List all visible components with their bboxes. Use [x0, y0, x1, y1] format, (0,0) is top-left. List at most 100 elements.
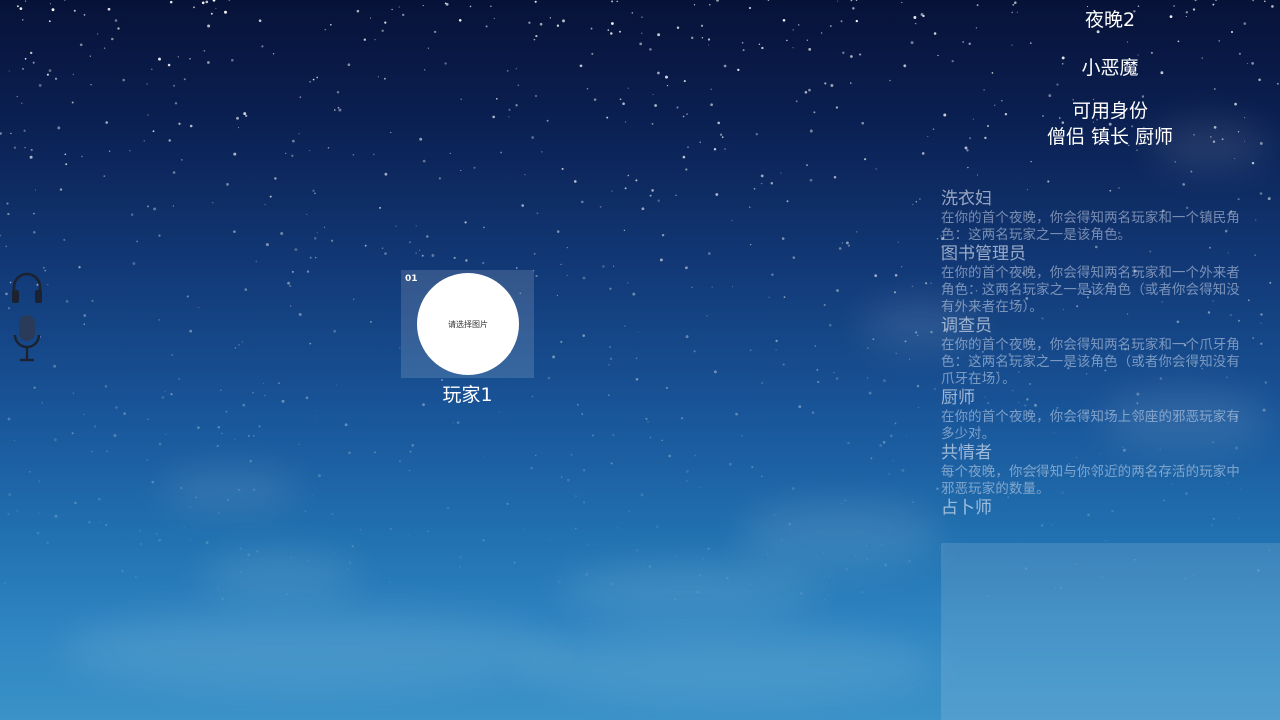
star: [889, 434, 893, 438]
star: [233, 152, 237, 156]
star: [916, 384, 920, 388]
role-description: 在你的首个夜晚，你会得知两名玩家和一个外来者角色：这两名玩家之一是该角色（或者你…: [941, 266, 1240, 315]
star: [197, 426, 200, 429]
star: [327, 147, 330, 149]
star: [7, 417, 11, 421]
star: [359, 528, 362, 531]
star: [609, 287, 612, 290]
star: [370, 17, 372, 19]
star: [10, 132, 12, 135]
star: [682, 155, 686, 159]
star: [298, 443, 300, 446]
star: [640, 493, 644, 497]
star: [760, 182, 763, 185]
star: [724, 148, 726, 150]
star: [1247, 299, 1250, 302]
star: [966, 149, 969, 152]
star: [919, 198, 921, 200]
cloud: [520, 630, 940, 700]
star: [1243, 116, 1246, 119]
headphone-icon[interactable]: [10, 271, 44, 305]
star: [33, 386, 36, 389]
star: [792, 47, 794, 49]
star: [331, 512, 334, 516]
star: [925, 282, 928, 285]
star: [556, 294, 559, 297]
star: [506, 502, 509, 506]
star: [21, 102, 23, 104]
avatar-picker[interactable]: 请选择图片: [417, 273, 519, 375]
star: [637, 331, 639, 333]
star: [107, 7, 111, 11]
star: [465, 259, 468, 262]
star: [539, 22, 543, 26]
star: [731, 220, 733, 222]
star: [552, 355, 556, 359]
player-seat[interactable]: 01 请选择图片: [401, 270, 534, 378]
star: [741, 41, 744, 44]
star: [685, 168, 688, 171]
microphone-icon[interactable]: [12, 313, 42, 367]
bottom-panel: [941, 543, 1280, 720]
star: [106, 450, 108, 453]
star: [593, 98, 597, 101]
star: [798, 405, 802, 409]
star: [632, 292, 636, 296]
star: [315, 415, 317, 417]
star: [299, 96, 302, 98]
star: [309, 81, 311, 83]
star: [608, 363, 610, 366]
star: [411, 444, 415, 447]
star: [612, 434, 615, 436]
star: [515, 267, 518, 269]
star: [937, 54, 939, 57]
star: [657, 33, 661, 37]
star: [438, 177, 441, 180]
star: [117, 27, 120, 30]
star: [168, 139, 171, 142]
star: [312, 189, 315, 192]
star: [431, 254, 435, 257]
star: [536, 212, 539, 215]
star: [591, 52, 594, 55]
star: [147, 418, 149, 421]
star: [130, 213, 134, 216]
star: [833, 175, 837, 179]
star: [624, 187, 627, 190]
star: [1177, 40, 1180, 43]
star: [566, 247, 568, 249]
star: [528, 21, 531, 24]
star: [645, 417, 648, 420]
star: [29, 155, 33, 159]
star: [281, 399, 285, 403]
star: [314, 256, 317, 259]
star: [708, 252, 711, 255]
role-list[interactable]: 洗衣妇 在你的首个夜晚，你会得知两名玩家和一个镇民角色：这两名玩家之一是该角色。…: [941, 189, 1241, 549]
star: [59, 188, 63, 191]
star: [541, 151, 543, 153]
star: [493, 17, 495, 20]
star: [8, 493, 12, 497]
role-description: 每个夜晚，你会得知与你邻近的两名存活的玩家中邪恶玩家的数量。: [941, 465, 1240, 497]
star: [791, 487, 795, 490]
star: [314, 192, 316, 195]
cloud: [60, 610, 560, 690]
star: [882, 440, 886, 444]
star: [841, 242, 843, 244]
star: [574, 495, 577, 498]
star: [217, 425, 221, 429]
star: [855, 231, 858, 233]
star: [534, 0, 537, 3]
star: [1056, 83, 1059, 86]
star: [419, 137, 423, 141]
star: [615, 527, 618, 529]
star: [79, 43, 83, 47]
star: [0, 234, 2, 237]
role-title: 图书管理员: [941, 244, 1026, 264]
star: [628, 510, 631, 513]
star: [829, 25, 832, 28]
cloud: [200, 550, 360, 600]
star: [972, 118, 974, 120]
star: [460, 169, 462, 172]
star: [1269, 281, 1272, 284]
